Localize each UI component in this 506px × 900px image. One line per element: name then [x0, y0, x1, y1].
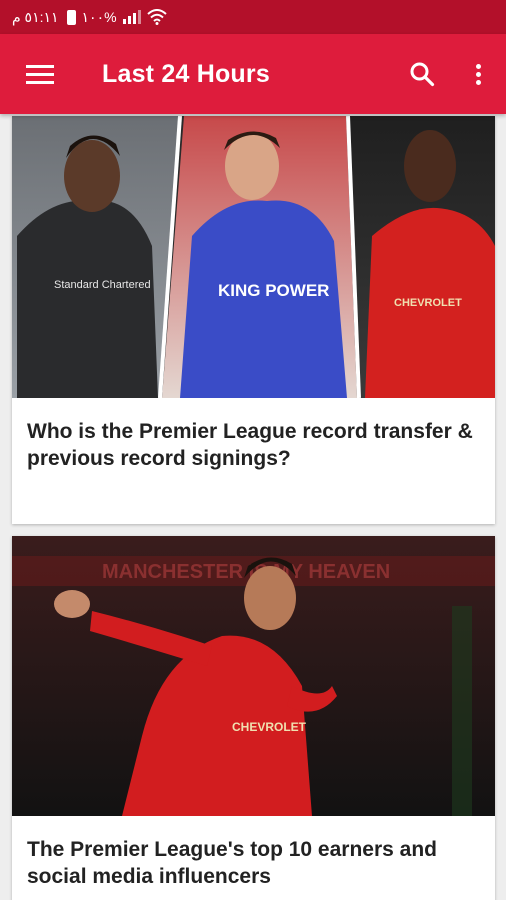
- signal-icon: [122, 10, 141, 24]
- hamburger-menu-icon[interactable]: [0, 34, 80, 114]
- more-vert-icon[interactable]: [450, 34, 506, 114]
- battery-icon: [66, 9, 76, 25]
- article-image: MANCHESTER IS MY HEAVEN CHEVROLET: [12, 536, 495, 816]
- page-title: Last 24 Hours: [102, 59, 270, 88]
- article-title[interactable]: Who is the Premier League record transfe…: [12, 398, 495, 472]
- search-icon[interactable]: [394, 34, 450, 114]
- sponsor-text: Standard Chartered: [54, 279, 151, 291]
- article-card[interactable]: MANCHESTER IS MY HEAVEN CHEVROLET The Pr…: [12, 536, 495, 900]
- article-card[interactable]: Standard Chartered KING POWER CHEVROLET …: [12, 116, 495, 524]
- wifi-icon: [146, 9, 167, 25]
- battery-level: ١٠٠%: [81, 8, 117, 25]
- sponsor-text: KING POWER: [218, 281, 329, 300]
- app-bar: Last 24 Hours: [0, 34, 506, 114]
- sponsor-text: CHEVROLET: [394, 297, 462, 309]
- article-title[interactable]: The Premier League's top 10 earners and …: [12, 816, 495, 890]
- article-image: Standard Chartered KING POWER CHEVROLET: [12, 116, 495, 398]
- status-time: ١١:١٥ م: [12, 8, 59, 25]
- status-icons: ١٠٠%: [66, 8, 167, 26]
- status-bar: ١١:١٥ م ١٠٠%: [0, 0, 506, 34]
- sponsor-text: CHEVROLET: [232, 720, 307, 734]
